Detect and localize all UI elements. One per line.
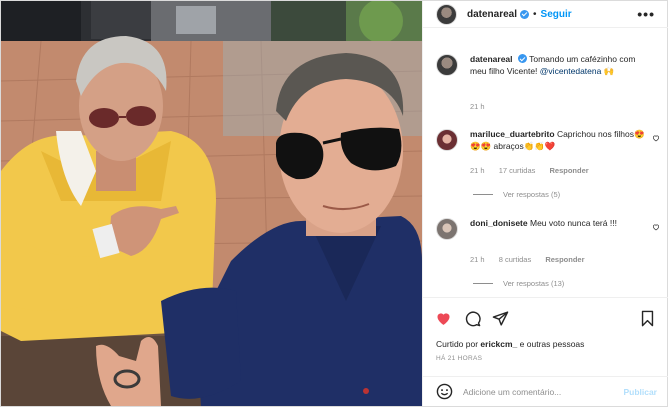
comment-likes[interactable]: 17 curtidas	[499, 166, 536, 175]
caption-time: 21 h	[470, 102, 485, 111]
view-replies-button[interactable]: Ver respostas (5)	[473, 190, 560, 199]
verified-icon	[520, 9, 530, 19]
add-comment-bar: Publicar	[423, 376, 668, 406]
follow-button[interactable]: Seguir	[541, 9, 572, 20]
caption-emoji: 🙌	[603, 65, 615, 76]
share-icon[interactable]	[492, 310, 509, 327]
commenter-avatar[interactable]	[436, 129, 458, 151]
reply-button[interactable]: Responder	[549, 166, 588, 175]
post-header: datenareal • Seguir •••	[423, 1, 668, 28]
comment-input[interactable]	[463, 386, 613, 397]
header-separator: •	[533, 8, 537, 20]
comment-meta: 21 h 17 curtidas Responder	[470, 166, 601, 175]
comment-like-icon[interactable]	[652, 134, 660, 142]
caption-username[interactable]: datenareal	[470, 54, 513, 64]
comment-text: doni_donisete Meu voto nunca terá !!!	[470, 218, 648, 230]
liked-by-suffix[interactable]: e outras pessoas	[517, 339, 585, 349]
author-avatar[interactable]	[436, 3, 457, 25]
more-icon[interactable]: •••	[637, 6, 655, 22]
comment-text: mariluce_duartebrito Caprichou nos filho…	[470, 129, 648, 152]
post-timestamp[interactable]: HÁ 21 HORAS	[436, 355, 482, 362]
emoji-icon[interactable]	[436, 383, 453, 400]
view-replies-button[interactable]: Ver respostas (13)	[473, 279, 564, 288]
comment-time: 21 h	[470, 166, 485, 175]
comment-icon[interactable]	[464, 310, 481, 327]
reply-button[interactable]: Responder	[545, 255, 584, 264]
caption-text: datenareal Tomando um cafézinho com meu …	[470, 54, 648, 77]
comment-time: 21 h	[470, 255, 485, 264]
caption-avatar[interactable]	[436, 54, 458, 76]
liked-by-prefix: Curtido por	[436, 339, 481, 349]
selfie-image	[1, 1, 422, 406]
heart-icon[interactable]	[435, 310, 452, 327]
post-side-panel: datenareal • Seguir ••• datenareal Toman…	[422, 1, 668, 406]
comment-meta: 21 h 8 curtidas Responder	[470, 255, 597, 264]
action-bar	[423, 297, 668, 339]
bookmark-icon[interactable]	[639, 310, 656, 327]
commenter-username[interactable]: mariluce_duartebrito	[470, 129, 555, 139]
caption-meta: 21 h	[470, 102, 497, 111]
commenter-avatar[interactable]	[436, 218, 458, 240]
author-username[interactable]: datenareal	[467, 9, 517, 20]
post-photo[interactable]	[1, 1, 422, 406]
caption-mention[interactable]: @vicentedatena	[540, 66, 602, 76]
view-replies-label: Ver respostas (5)	[503, 190, 561, 199]
view-replies-label: Ver respostas (13)	[503, 279, 565, 288]
publish-button[interactable]: Publicar	[623, 387, 657, 397]
comment-likes[interactable]: 8 curtidas	[499, 255, 532, 264]
liked-by-user[interactable]: erickcm_	[480, 339, 517, 349]
liked-by: Curtido por erickcm_ e outras pessoas	[436, 339, 584, 349]
commenter-username[interactable]: doni_donisete	[470, 218, 528, 228]
instagram-post-modal: datenareal • Seguir ••• datenareal Toman…	[0, 0, 668, 407]
verified-icon	[517, 54, 527, 63]
comment-body: Meu voto nunca terá !!!	[530, 218, 617, 228]
comment-like-icon[interactable]	[652, 223, 660, 231]
